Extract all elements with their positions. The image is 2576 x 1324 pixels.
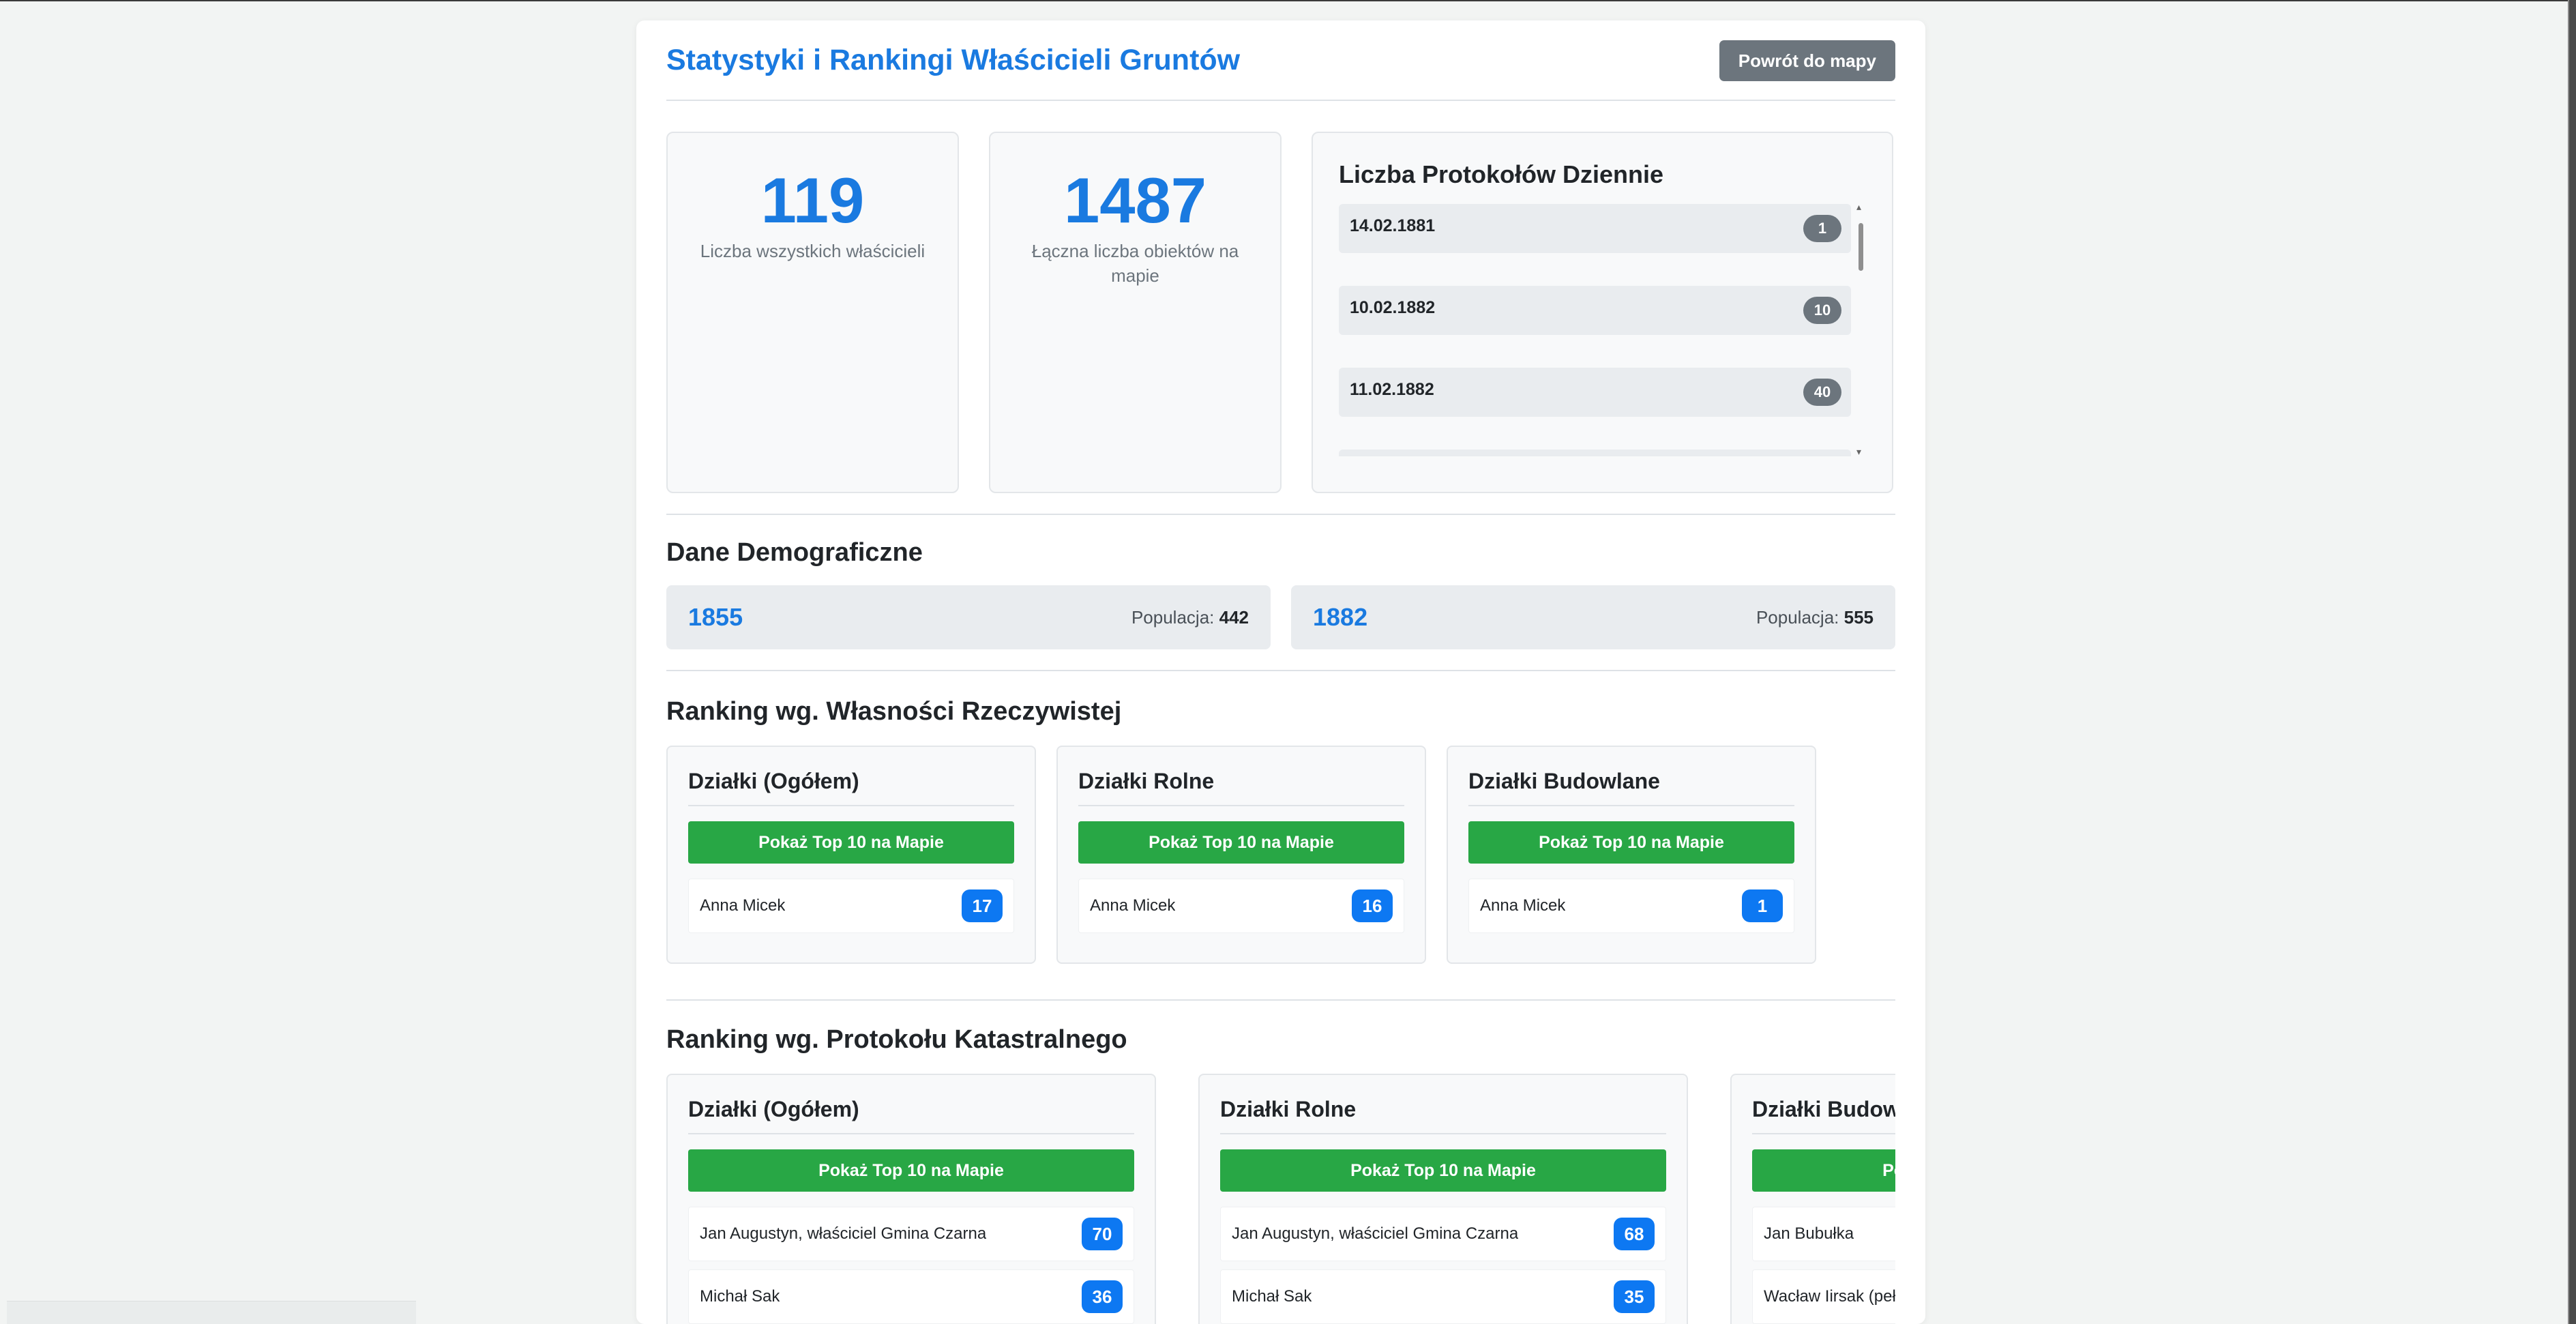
demographic-year: 1855 xyxy=(688,603,743,631)
owner-name: Anna Micek xyxy=(1480,896,1566,915)
demographics-section: Dane Demograficzne 1855 Populacja: 442 1… xyxy=(666,515,1895,671)
owner-name: Jan Augustyn, właściciel Gmina Czarna xyxy=(1232,1224,1519,1243)
ranking-card-agricultural: Działki Rolne Pokaż Top 10 na Mapie Jan … xyxy=(1198,1074,1688,1324)
ranking-card-title: Działki Budowlane xyxy=(1468,769,1794,806)
daily-protocol-date: 11.02.1882 xyxy=(1350,379,1434,399)
population-value: 442 xyxy=(1219,606,1249,628)
demographic-population: Populacja: 442 xyxy=(1131,607,1249,628)
ranking-list-item[interactable]: Michał Sak 35 xyxy=(1220,1269,1666,1324)
status-bar xyxy=(7,1301,416,1324)
population-value: 555 xyxy=(1844,606,1874,628)
ranking-list-item[interactable]: Michał Sak 36 xyxy=(688,1269,1134,1324)
ranking-list-item[interactable]: Anna Micek 1 xyxy=(1468,879,1794,933)
ranking-actual-row: Działki (Ogółem) Pokaż Top 10 na Mapie A… xyxy=(666,746,1895,964)
owners-count-value: 119 xyxy=(760,164,865,236)
stats-panel: Statystyki i Rankingi Właścicieli Gruntó… xyxy=(636,20,1925,1324)
objects-count-card: 1487 Łączna liczba obiektów na mapie xyxy=(989,132,1282,493)
ranking-card-title: Działki Rolne xyxy=(1220,1097,1666,1134)
show-top10-button[interactable]: Pokaż Top 10 na Mapie xyxy=(688,1149,1134,1192)
summary-section: 119 Liczba wszystkich właścicieli 1487 Ł… xyxy=(666,101,1895,515)
ranking-card-building: Działki Budowlane Pokaż Top 10 na Mapie … xyxy=(1730,1074,1895,1324)
parcel-count-badge: 68 xyxy=(1614,1218,1655,1250)
ranking-card-title: Działki (Ogółem) xyxy=(688,1097,1134,1134)
owner-name: Anna Micek xyxy=(1090,896,1176,915)
daily-protocol-date: 10.02.1882 xyxy=(1350,297,1436,317)
parcel-count-badge: 1 xyxy=(1742,889,1783,922)
daily-protocol-count-badge: 10 xyxy=(1803,297,1841,324)
page-title: Statystyki i Rankingi Właścicieli Gruntó… xyxy=(666,43,1241,76)
ranking-list-item[interactable]: Jan Augustyn, właściciel Gmina Czarna 68 xyxy=(1220,1207,1666,1261)
ranking-cadastral-section: Ranking wg. Protokołu Katastralnego Dzia… xyxy=(666,1001,1895,1324)
show-top10-button[interactable]: Pokaż Top 10 na Mapie xyxy=(1220,1149,1666,1192)
ranking-card-building: Działki Budowlane Pokaż Top 10 na Mapie … xyxy=(1447,746,1816,964)
demographic-entry: 1855 Populacja: 442 xyxy=(666,585,1271,649)
population-label: Populacja: xyxy=(1756,606,1839,628)
ranking-actual-title: Ranking wg. Własności Rzeczywistej xyxy=(666,697,1122,726)
parcel-count-badge: 16 xyxy=(1352,889,1393,922)
daily-protocol-item: 11.02.1882 40 xyxy=(1339,368,1851,417)
window-right-edge xyxy=(2568,0,2576,1324)
population-label: Populacja: xyxy=(1131,606,1215,628)
objects-count-value: 1487 xyxy=(1063,164,1207,236)
demographic-entry: 1882 Populacja: 555 xyxy=(1291,585,1895,649)
show-top10-button[interactable]: Pokaż Top 10 na Mapie xyxy=(688,821,1014,864)
demographic-year: 1882 xyxy=(1313,603,1368,631)
scroll-down-arrow-icon[interactable]: ▾ xyxy=(1856,446,1861,456)
owners-count-label: Liczba wszystkich właścicieli xyxy=(700,240,926,261)
show-top10-button[interactable]: Pokaż Top 10 na Mapie xyxy=(1468,821,1794,864)
parcel-count-badge: 35 xyxy=(1614,1280,1655,1313)
owner-name: Jan Augustyn, właściciel Gmina Czarna xyxy=(700,1224,987,1243)
show-top10-button[interactable]: Pokaż Top 10 na Mapie xyxy=(1752,1149,1895,1192)
owner-name: Michał Sak xyxy=(700,1287,780,1306)
daily-list-scrollbar[interactable]: ▴ ▾ xyxy=(1855,204,1866,456)
daily-protocol-item: 14.02.1881 1 xyxy=(1339,204,1851,253)
owners-count-card: 119 Liczba wszystkich właścicieli xyxy=(666,132,959,493)
show-top10-button[interactable]: Pokaż Top 10 na Mapie xyxy=(1078,821,1404,864)
daily-protocol-count-badge: 40 xyxy=(1803,379,1841,406)
owner-name: Jan Bubułka xyxy=(1764,1224,1854,1243)
ranking-cadastral-row[interactable]: Działki (Ogółem) Pokaż Top 10 na Mapie J… xyxy=(666,1074,1895,1324)
ranking-card-all: Działki (Ogółem) Pokaż Top 10 na Mapie A… xyxy=(666,746,1036,964)
ranking-card-title: Działki (Ogółem) xyxy=(688,769,1014,806)
page-header: Statystyki i Rankingi Właścicieli Gruntó… xyxy=(666,20,1895,101)
back-to-map-button[interactable]: Powrót do mapy xyxy=(1719,40,1895,81)
owner-name: Wacław Iirsak (pełnomocnik xyxy=(1764,1287,1895,1306)
daily-protocol-item-partial xyxy=(1339,450,1851,456)
objects-count-label: Łączna liczba obiektów na mapie xyxy=(1031,240,1239,286)
daily-protocol-count-badge: 1 xyxy=(1803,215,1841,242)
scroll-up-arrow-icon[interactable]: ▴ xyxy=(1856,204,1861,213)
parcel-count-badge: 36 xyxy=(1082,1280,1123,1313)
scrollbar-thumb[interactable] xyxy=(1859,223,1863,271)
ranking-list-item[interactable]: Jan Augustyn, właściciel Gmina Czarna 70 xyxy=(688,1207,1134,1261)
owner-name: Michał Sak xyxy=(1232,1287,1312,1306)
ranking-list-item[interactable]: Jan Bubułka xyxy=(1752,1207,1895,1261)
daily-protocols-list[interactable]: 14.02.1881 1 10.02.1882 10 11.02.1882 40… xyxy=(1339,204,1866,456)
ranking-card-agricultural: Działki Rolne Pokaż Top 10 na Mapie Anna… xyxy=(1056,746,1426,964)
daily-protocol-date: 14.02.1881 xyxy=(1350,216,1436,235)
ranking-actual-section: Ranking wg. Własności Rzeczywistej Dział… xyxy=(666,671,1895,1001)
ranking-cadastral-title: Ranking wg. Protokołu Katastralnego xyxy=(666,1025,1127,1054)
ranking-card-all: Działki (Ogółem) Pokaż Top 10 na Mapie J… xyxy=(666,1074,1156,1324)
demographics-row: 1855 Populacja: 442 1882 Populacja: 555 xyxy=(666,585,1895,649)
window-top-border xyxy=(0,0,2576,1)
ranking-list-item[interactable]: Anna Micek 16 xyxy=(1078,879,1404,933)
parcel-count-badge: 70 xyxy=(1082,1218,1123,1250)
ranking-card-title: Działki Budowlane xyxy=(1752,1097,1895,1134)
ranking-card-title: Działki Rolne xyxy=(1078,769,1404,806)
ranking-list-item[interactable]: Wacław Iirsak (pełnomocnik xyxy=(1752,1269,1895,1324)
demographic-population: Populacja: 555 xyxy=(1756,607,1874,628)
owner-name: Anna Micek xyxy=(700,896,786,915)
parcel-count-badge: 17 xyxy=(962,889,1003,922)
daily-protocol-item: 10.02.1882 10 xyxy=(1339,286,1851,335)
demographics-title: Dane Demograficzne xyxy=(666,538,923,567)
ranking-list-item[interactable]: Anna Micek 17 xyxy=(688,879,1014,933)
daily-protocols-title: Liczba Protokołów Dziennie xyxy=(1339,160,1664,188)
daily-protocols-card: Liczba Protokołów Dziennie 14.02.1881 1 … xyxy=(1312,132,1893,493)
